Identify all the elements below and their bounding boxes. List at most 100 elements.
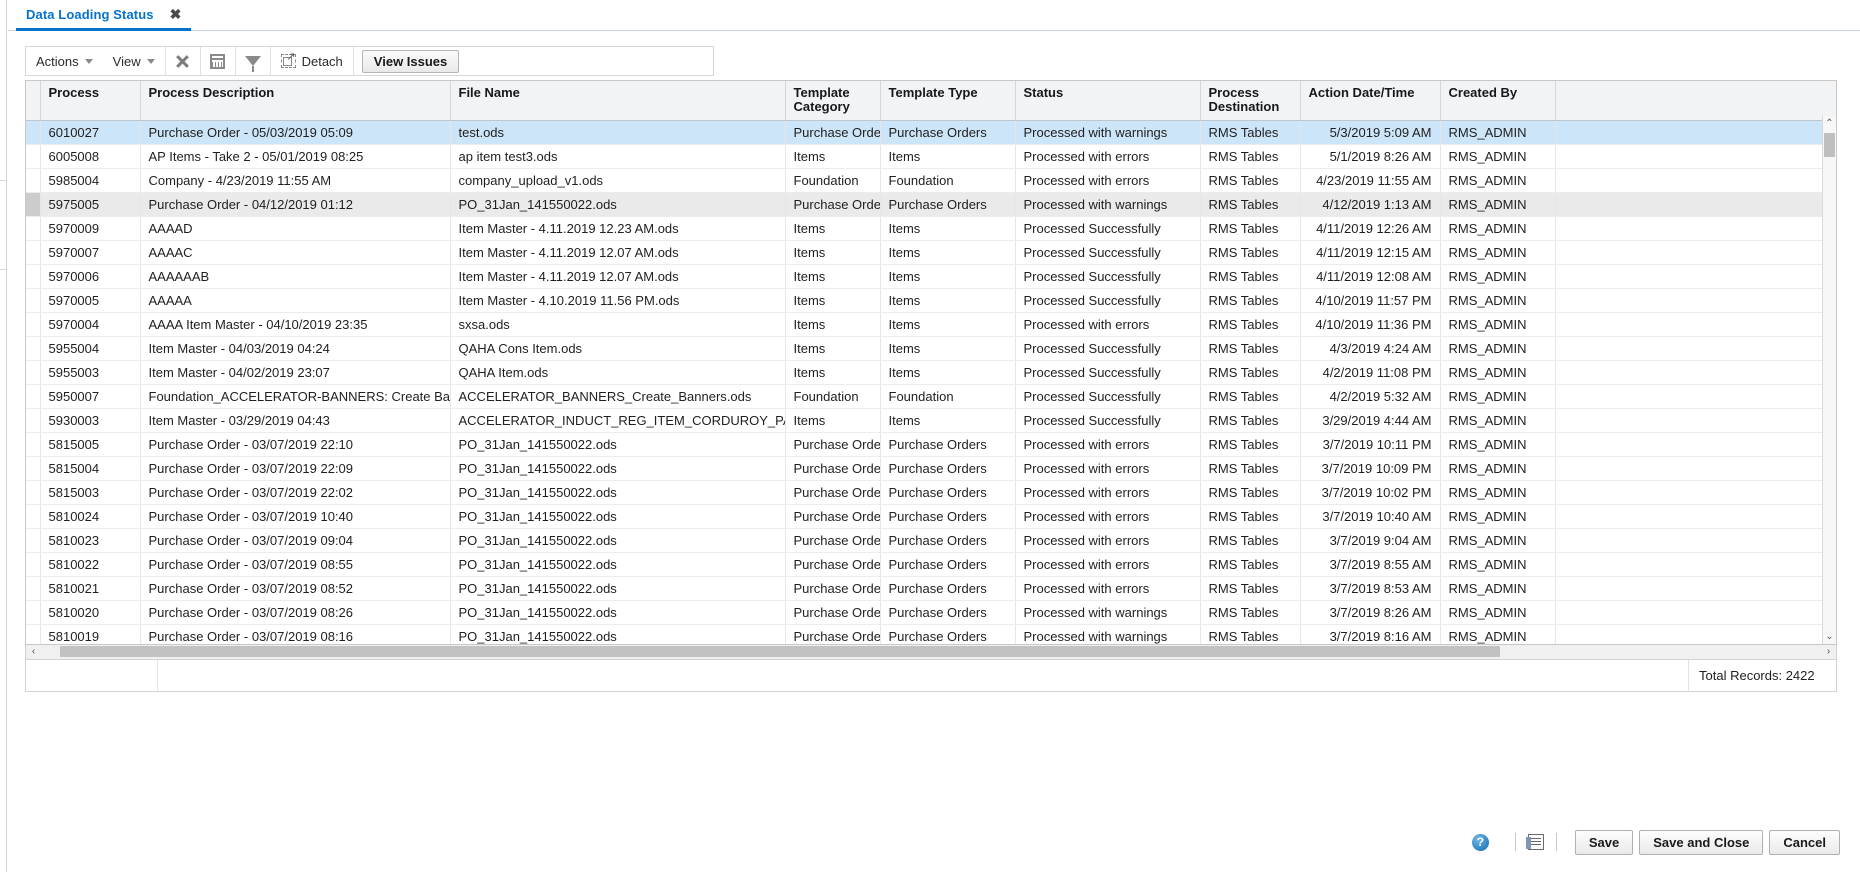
cell-destination[interactable]: RMS Tables — [1200, 528, 1301, 553]
row-selector-cell[interactable] — [26, 480, 41, 505]
cell-file[interactable]: company_upload_v1.ods — [450, 168, 786, 193]
row-selector-cell[interactable] — [26, 120, 41, 145]
row-selector-cell[interactable] — [26, 360, 41, 385]
cell-file[interactable]: QAHA Cons Item.ods — [450, 336, 786, 361]
cell-category[interactable]: Purchase Orders — [785, 432, 881, 457]
cell-type[interactable]: Purchase Orders — [880, 192, 1016, 217]
cell-datetime[interactable]: 4/11/2019 12:26 AM — [1300, 216, 1441, 241]
view-issues-button[interactable]: View Issues — [361, 49, 460, 73]
cell-destination[interactable]: RMS Tables — [1200, 264, 1301, 289]
cell-datetime[interactable]: 3/7/2019 8:53 AM — [1300, 576, 1441, 601]
detach-button[interactable]: Detach — [271, 47, 353, 75]
cell-status[interactable]: Processed with errors — [1015, 528, 1201, 553]
cell-file[interactable]: PO_31Jan_141550022.ods — [450, 624, 786, 644]
cell-description[interactable]: Purchase Order - 04/12/2019 01:12 — [140, 192, 451, 217]
cell-process[interactable]: 6010027 — [40, 120, 141, 145]
column-header-status[interactable]: Status — [1015, 81, 1201, 121]
save-and-close-button[interactable]: Save and Close — [1639, 829, 1764, 855]
cell-type[interactable]: Items — [880, 216, 1016, 241]
cell-datetime[interactable]: 3/7/2019 10:11 PM — [1300, 432, 1441, 457]
cell-status[interactable]: Processed Successfully — [1015, 216, 1201, 241]
cell-type[interactable]: Items — [880, 360, 1016, 385]
cell-file[interactable]: PO_31Jan_141550022.ods — [450, 576, 786, 601]
cell-created-by[interactable]: RMS_ADMIN — [1440, 432, 1556, 457]
close-icon[interactable]: ✖ — [170, 7, 182, 21]
cell-created-by[interactable]: RMS_ADMIN — [1440, 504, 1556, 529]
scroll-up-icon[interactable]: ⌃ — [1823, 116, 1836, 131]
cell-description[interactable]: Purchase Order - 03/07/2019 10:40 — [140, 504, 451, 529]
cell-category[interactable]: Purchase Orders — [785, 456, 881, 481]
cell-datetime[interactable]: 3/7/2019 10:09 PM — [1300, 456, 1441, 481]
cell-datetime[interactable]: 4/10/2019 11:57 PM — [1300, 288, 1441, 313]
cell-created-by[interactable]: RMS_ADMIN — [1440, 600, 1556, 625]
cell-destination[interactable]: RMS Tables — [1200, 240, 1301, 265]
row-selector-cell[interactable] — [26, 336, 41, 361]
table-row[interactable]: 5970007 AAAAC Item Master - 4.11.2019 12.0… — [26, 240, 1836, 265]
table-row[interactable]: 5815004 Purchase Order - 03/07/2019 22:09… — [26, 456, 1836, 481]
cell-status[interactable]: Processed with warnings — [1015, 624, 1201, 644]
cell-type[interactable]: Purchase Orders — [880, 576, 1016, 601]
cell-type[interactable]: Purchase Orders — [880, 552, 1016, 577]
cell-file[interactable]: PO_31Jan_141550022.ods — [450, 528, 786, 553]
cell-process[interactable]: 5970005 — [40, 288, 141, 313]
scroll-right-icon[interactable]: › — [1821, 645, 1836, 658]
column-header-process-destination[interactable]: Process Destination — [1200, 81, 1301, 121]
cell-process[interactable]: 5810024 — [40, 504, 141, 529]
cell-type[interactable]: Items — [880, 144, 1016, 169]
cell-created-by[interactable]: RMS_ADMIN — [1440, 360, 1556, 385]
horizontal-scroll-track[interactable] — [42, 645, 1820, 659]
cell-file[interactable]: PO_31Jan_141550022.ods — [450, 192, 786, 217]
cell-description[interactable]: AAAA Item Master - 04/10/2019 23:35 — [140, 312, 451, 337]
cell-created-by[interactable]: RMS_ADMIN — [1440, 264, 1556, 289]
cell-file[interactable]: ACCELERATOR_BANNERS_Create_Banners.ods — [450, 384, 786, 409]
cell-process[interactable]: 5815005 — [40, 432, 141, 457]
cell-created-by[interactable]: RMS_ADMIN — [1440, 552, 1556, 577]
view-menu[interactable]: View — [103, 47, 165, 75]
cell-process[interactable]: 5950007 — [40, 384, 141, 409]
row-selector-cell[interactable] — [26, 288, 41, 313]
cell-file[interactable]: Item Master - 4.11.2019 12.07 AM.ods — [450, 264, 786, 289]
table-row[interactable]: 5955003 Item Master - 04/02/2019 23:07 QAH… — [26, 360, 1836, 385]
cell-file[interactable]: PO_31Jan_141550022.ods — [450, 552, 786, 577]
cell-type[interactable]: Foundation — [880, 168, 1016, 193]
cell-created-by[interactable]: RMS_ADMIN — [1440, 576, 1556, 601]
grid-horizontal-scrollbar[interactable]: ‹ › — [25, 645, 1837, 660]
cell-category[interactable]: Items — [785, 408, 881, 433]
row-selector-cell[interactable] — [26, 312, 41, 337]
table-row[interactable]: 5815003 Purchase Order - 03/07/2019 22:02… — [26, 480, 1836, 505]
cell-destination[interactable]: RMS Tables — [1200, 312, 1301, 337]
cell-type[interactable]: Items — [880, 312, 1016, 337]
cell-process[interactable]: 5810021 — [40, 576, 141, 601]
cell-destination[interactable]: RMS Tables — [1200, 120, 1301, 145]
cell-category[interactable]: Items — [785, 288, 881, 313]
table-row[interactable]: 5810024 Purchase Order - 03/07/2019 10:40… — [26, 504, 1836, 529]
scroll-left-icon[interactable]: ‹ — [26, 645, 41, 658]
cell-category[interactable]: Purchase Orders — [785, 192, 881, 217]
table-row[interactable]: 5970004 AAAA Item Master - 04/10/2019 23:… — [26, 312, 1836, 337]
cell-created-by[interactable]: RMS_ADMIN — [1440, 456, 1556, 481]
delete-button[interactable] — [166, 47, 200, 75]
export-spreadsheet-button[interactable] — [201, 47, 235, 75]
cell-process[interactable]: 5970007 — [40, 240, 141, 265]
cell-status[interactable]: Processed with errors — [1015, 552, 1201, 577]
cell-file[interactable]: PO_31Jan_141550022.ods — [450, 600, 786, 625]
notes-icon[interactable] — [1525, 834, 1544, 850]
cell-datetime[interactable]: 4/2/2019 5:32 AM — [1300, 384, 1441, 409]
cell-description[interactable]: AP Items - Take 2 - 05/01/2019 08:25 — [140, 144, 451, 169]
cell-type[interactable]: Purchase Orders — [880, 624, 1016, 644]
cell-datetime[interactable]: 5/3/2019 5:09 AM — [1300, 120, 1441, 145]
table-row[interactable]: 5810021 Purchase Order - 03/07/2019 08:52… — [26, 576, 1836, 601]
cell-created-by[interactable]: RMS_ADMIN — [1440, 144, 1556, 169]
row-selector-cell[interactable] — [26, 624, 41, 644]
cell-created-by[interactable]: RMS_ADMIN — [1440, 408, 1556, 433]
cell-status[interactable]: Processed with warnings — [1015, 600, 1201, 625]
cell-destination[interactable]: RMS Tables — [1200, 504, 1301, 529]
cell-description[interactable]: Purchase Order - 03/07/2019 22:02 — [140, 480, 451, 505]
cell-status[interactable]: Processed Successfully — [1015, 384, 1201, 409]
cell-description[interactable]: Item Master - 03/29/2019 04:43 — [140, 408, 451, 433]
query-by-example-button[interactable] — [236, 47, 270, 75]
vertical-scroll-thumb[interactable] — [1824, 133, 1835, 157]
row-selector-cell[interactable] — [26, 168, 41, 193]
cell-datetime[interactable]: 4/3/2019 4:24 AM — [1300, 336, 1441, 361]
table-row[interactable]: 5970006 AAAAAAB Item Master - 4.11.2019 12… — [26, 264, 1836, 289]
